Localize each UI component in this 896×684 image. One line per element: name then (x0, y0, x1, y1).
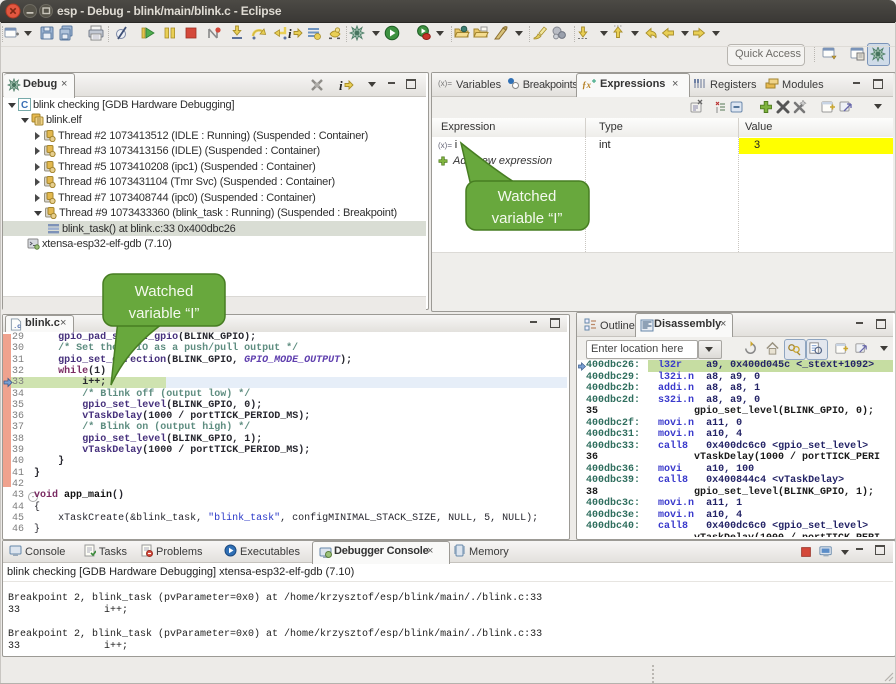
svg-text:Watched: Watched (498, 188, 557, 205)
svg-text:C: C (21, 100, 28, 111)
svg-text:(x)=: (x)= (438, 79, 452, 88)
svg-text:Watched: Watched (135, 283, 194, 300)
svg-text:ƒx: ƒx (582, 80, 592, 90)
svg-text:i: i (288, 26, 292, 41)
svg-text:variable “I”: variable “I” (492, 210, 563, 227)
svg-text:variable “I”: variable “I” (129, 305, 200, 322)
svg-text:.c: .c (13, 323, 21, 330)
